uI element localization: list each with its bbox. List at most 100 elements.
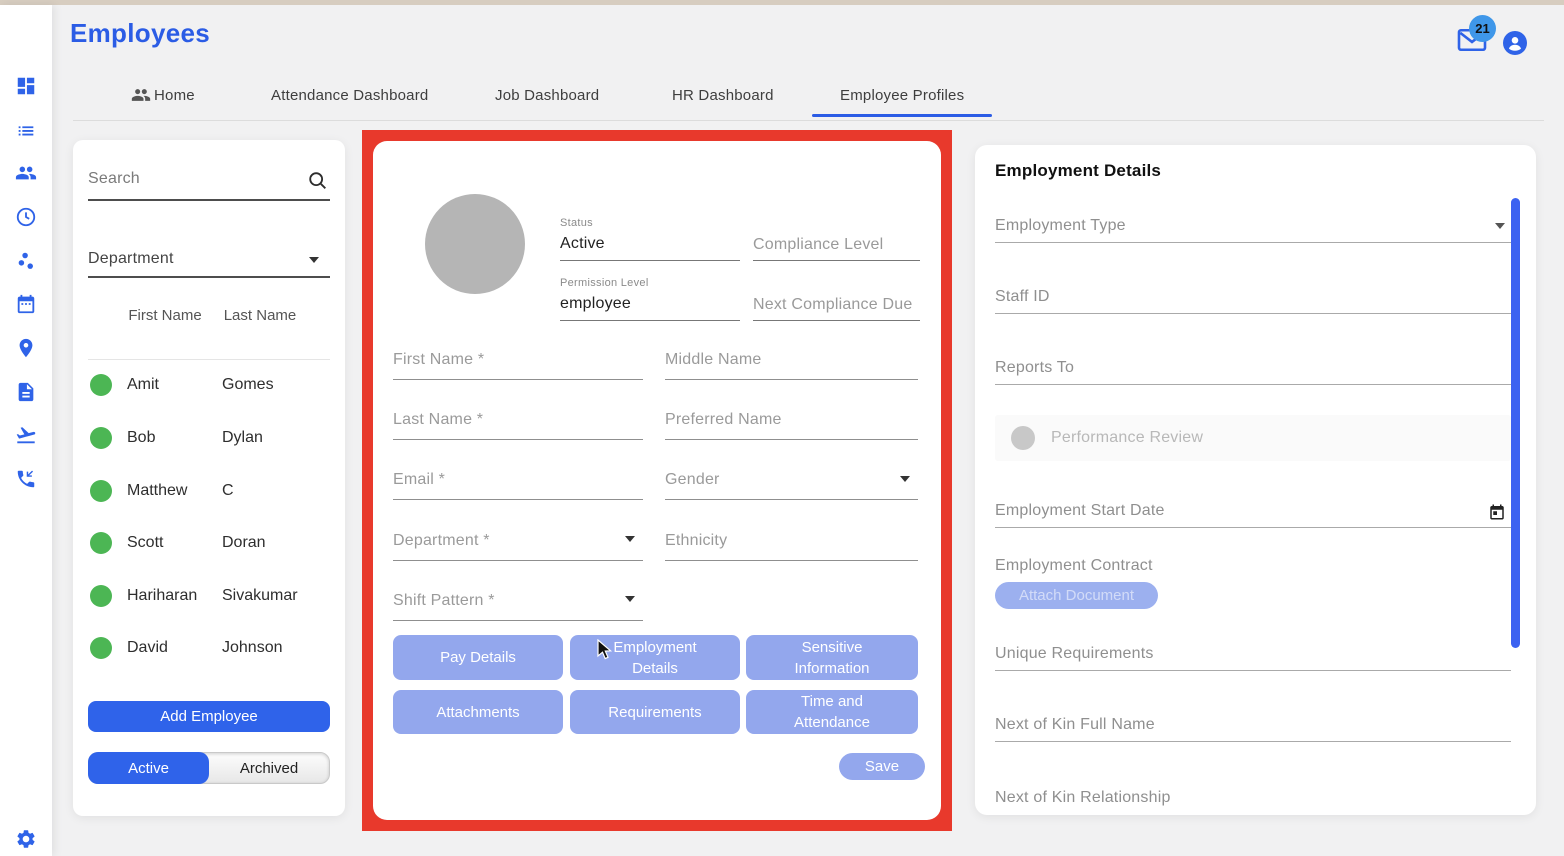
status-label: Status (560, 217, 593, 229)
tab-label: HR Dashboard (672, 87, 774, 104)
tab-label: Employee Profiles (840, 87, 964, 104)
employee-last-name: Johnson (222, 639, 283, 657)
clock-icon[interactable] (15, 206, 37, 228)
status-dot (90, 480, 112, 502)
employment-details-button[interactable]: Employment Details (570, 635, 740, 680)
employee-last-name: Gomes (222, 376, 274, 394)
employee-first-name: Hariharan (127, 587, 222, 605)
employee-first-name: Amit (127, 376, 222, 394)
tab-employee-profiles[interactable]: Employee Profiles (840, 82, 964, 108)
staff-id-field[interactable]: Staff ID (995, 288, 1050, 306)
permission-level-value: employee (560, 295, 631, 313)
employment-start-date-field[interactable]: Employment Start Date (995, 502, 1165, 520)
performance-review-label: Performance Review (1051, 429, 1203, 447)
list-divider (88, 359, 330, 360)
department-underline (88, 276, 330, 278)
first-name-field[interactable]: First Name * (393, 351, 484, 369)
add-employee-button[interactable]: Add Employee (88, 701, 330, 732)
chevron-down-icon[interactable] (1495, 223, 1505, 229)
active-archived-toggle: Active Archived (88, 752, 330, 784)
chevron-down-icon[interactable] (309, 257, 319, 263)
search-input[interactable]: Search (88, 170, 140, 188)
attach-document-button[interactable]: Attach Document (995, 582, 1158, 609)
save-button[interactable]: Save (839, 753, 925, 780)
top-strip (0, 0, 1564, 5)
requirements-button[interactable]: Requirements (570, 690, 740, 734)
profile-button[interactable] (1503, 31, 1527, 55)
calendar-icon[interactable] (15, 293, 37, 315)
location-icon[interactable] (15, 337, 37, 359)
notification-badge: 21 (1469, 15, 1496, 42)
tab-attendance-dashboard[interactable]: Attendance Dashboard (271, 82, 428, 108)
employee-row[interactable]: David Johnson (90, 626, 330, 670)
pay-details-button[interactable]: Pay Details (393, 635, 563, 680)
chevron-down-icon[interactable] (625, 536, 635, 542)
tabs-divider (73, 120, 1544, 121)
gender-select[interactable]: Gender (665, 471, 720, 489)
unique-requirements-field[interactable]: Unique Requirements (995, 645, 1154, 663)
reports-to-field[interactable]: Reports To (995, 359, 1074, 377)
toggle-archived[interactable]: Archived (209, 753, 329, 783)
employee-row[interactable]: Scott Doran (90, 521, 330, 565)
department-select[interactable]: Department * (393, 532, 490, 550)
next-of-kin-full-name-field[interactable]: Next of Kin Full Name (995, 716, 1155, 734)
column-header-first-name: First Name (126, 305, 204, 327)
attachments-button[interactable]: Attachments (393, 690, 563, 734)
tab-job-dashboard[interactable]: Job Dashboard (495, 82, 599, 108)
active-tab-underline (812, 114, 992, 117)
employment-type-select[interactable]: Employment Type (995, 217, 1126, 235)
ethnicity-field[interactable]: Ethnicity (665, 532, 727, 550)
list-icon[interactable] (15, 119, 37, 141)
email-field[interactable]: Email * (393, 471, 445, 489)
employment-contract-label: Employment Contract (995, 557, 1153, 575)
employee-last-name: Sivakumar (222, 587, 298, 605)
chevron-down-icon[interactable] (625, 596, 635, 602)
time-and-attendance-button[interactable]: Time and Attendance (746, 690, 918, 734)
employment-details-panel: Employment Details Employment Type Staff… (975, 145, 1536, 815)
panel-heading: Employment Details (995, 161, 1161, 181)
middle-name-field[interactable]: Middle Name (665, 351, 761, 369)
scrollbar[interactable] (1511, 198, 1520, 648)
mouse-cursor (597, 639, 613, 661)
employee-row[interactable]: Bob Dylan (90, 416, 330, 460)
search-icon[interactable] (307, 170, 329, 192)
last-name-field[interactable]: Last Name * (393, 411, 483, 429)
department-select[interactable]: Department (88, 250, 174, 268)
avatar (425, 194, 525, 294)
tab-label: Attendance Dashboard (271, 87, 428, 104)
status-dot (90, 637, 112, 659)
toggle-active[interactable]: Active (88, 752, 209, 784)
page-title: Employees (70, 18, 210, 49)
status-dot (90, 532, 112, 554)
employee-last-name: C (222, 482, 234, 500)
performance-review-dot (1011, 426, 1035, 450)
permission-level-label: Permission Level (560, 277, 649, 289)
employee-row[interactable]: Matthew C (90, 469, 330, 513)
flight-takeoff-icon[interactable] (15, 424, 37, 446)
phone-callback-icon[interactable] (15, 468, 37, 490)
chevron-down-icon[interactable] (900, 476, 910, 482)
employee-row[interactable]: Amit Gomes (90, 363, 330, 407)
employee-last-name: Doran (222, 534, 266, 552)
next-compliance-due-field[interactable]: Next Compliance Due (753, 296, 912, 314)
scatter-icon[interactable] (15, 250, 37, 272)
document-icon[interactable] (15, 381, 37, 403)
people-icon[interactable] (15, 162, 37, 184)
compliance-level-field[interactable]: Compliance Level (753, 236, 883, 254)
employee-first-name: David (127, 639, 222, 657)
nav-sidebar (0, 5, 52, 856)
dashboard-icon[interactable] (15, 75, 37, 97)
employee-row[interactable]: Hariharan Sivakumar (90, 574, 330, 618)
employee-first-name: Scott (127, 534, 222, 552)
shift-pattern-select[interactable]: Shift Pattern * (393, 592, 495, 610)
sensitive-information-button[interactable]: Sensitive Information (746, 635, 918, 680)
preferred-name-field[interactable]: Preferred Name (665, 411, 782, 429)
settings-icon[interactable] (15, 828, 37, 850)
profile-icon (1503, 31, 1527, 55)
employee-form-card: Status Active Compliance Level Permissio… (373, 141, 941, 820)
tab-hr-dashboard[interactable]: HR Dashboard (672, 82, 774, 108)
tab-home[interactable]: Home (131, 82, 195, 108)
next-of-kin-relationship-field[interactable]: Next of Kin Relationship (995, 789, 1171, 807)
calendar-icon[interactable] (1488, 503, 1506, 521)
tab-label: Home (154, 87, 195, 104)
